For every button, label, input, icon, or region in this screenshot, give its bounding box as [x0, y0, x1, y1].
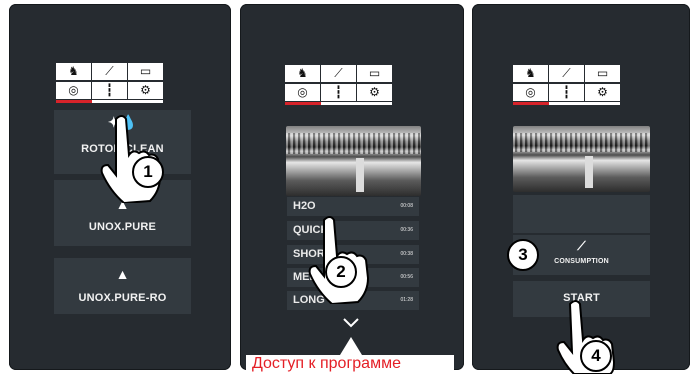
- chart-icon[interactable]: ⟋: [92, 63, 128, 80]
- step-badge-2: 2: [325, 256, 357, 288]
- settings-gear-icon[interactable]: ⚙: [585, 84, 620, 101]
- program-time: 00:08: [400, 203, 413, 209]
- chef-icon[interactable]: ♞: [513, 65, 549, 82]
- oven-chamber-photo: [513, 126, 650, 192]
- callout-pointer: [340, 337, 362, 355]
- active-tab-indicator: [513, 102, 549, 105]
- category-tabs: ♞ ⟋ ▭ ◎ ┇ ⚙: [56, 63, 163, 103]
- active-tab-indicator: [285, 102, 321, 105]
- info-area: [513, 195, 650, 233]
- cleaning-icon[interactable]: ◎: [56, 82, 92, 99]
- cleaning-icon[interactable]: ◎: [285, 84, 321, 101]
- chart-icon[interactable]: ⟋: [549, 65, 585, 82]
- book-icon[interactable]: ▭: [585, 65, 620, 82]
- active-tab-indicator: [56, 100, 92, 103]
- unox-pure-ro-button[interactable]: ▲ UNOX.PURE-RO: [54, 258, 191, 314]
- nozzle-icon[interactable]: ┇: [92, 82, 128, 99]
- settings-gear-icon[interactable]: ⚙: [357, 84, 392, 101]
- book-icon[interactable]: ▭: [128, 63, 163, 80]
- program-time: 00:56: [400, 274, 413, 280]
- category-tabs: ♞ ⟋ ▭ ◎ ┇ ⚙: [285, 65, 392, 105]
- category-tabs: ♞ ⟋ ▭ ◎ ┇ ⚙: [513, 65, 620, 105]
- settings-gear-icon[interactable]: ⚙: [128, 82, 163, 99]
- step-badge-3: 3: [507, 239, 539, 271]
- oven-chamber-photo: [286, 126, 421, 196]
- step-badge-4: 4: [580, 340, 612, 372]
- pointing-hand-icon: [100, 115, 162, 203]
- program-time: 01:28: [400, 297, 413, 303]
- chevron-down-icon[interactable]: [342, 316, 360, 330]
- step-badge-1: 1: [132, 156, 164, 188]
- chart-icon[interactable]: ⟋: [321, 65, 357, 82]
- nozzle-icon[interactable]: ┇: [549, 84, 585, 101]
- program-time: 00:36: [400, 227, 413, 233]
- water-drop-icon: ▲: [115, 266, 130, 282]
- program-time: 00:38: [400, 251, 413, 257]
- chef-icon[interactable]: ♞: [285, 65, 321, 82]
- unox-pure-ro-label: UNOX.PURE-RO: [78, 292, 167, 304]
- chart-icon: ⟋: [577, 239, 586, 253]
- nozzle-icon[interactable]: ┇: [321, 84, 357, 101]
- book-icon[interactable]: ▭: [357, 65, 392, 82]
- unox-pure-label: UNOX.PURE: [88, 221, 157, 233]
- chef-icon[interactable]: ♞: [56, 63, 92, 80]
- cleaning-icon[interactable]: ◎: [513, 84, 549, 101]
